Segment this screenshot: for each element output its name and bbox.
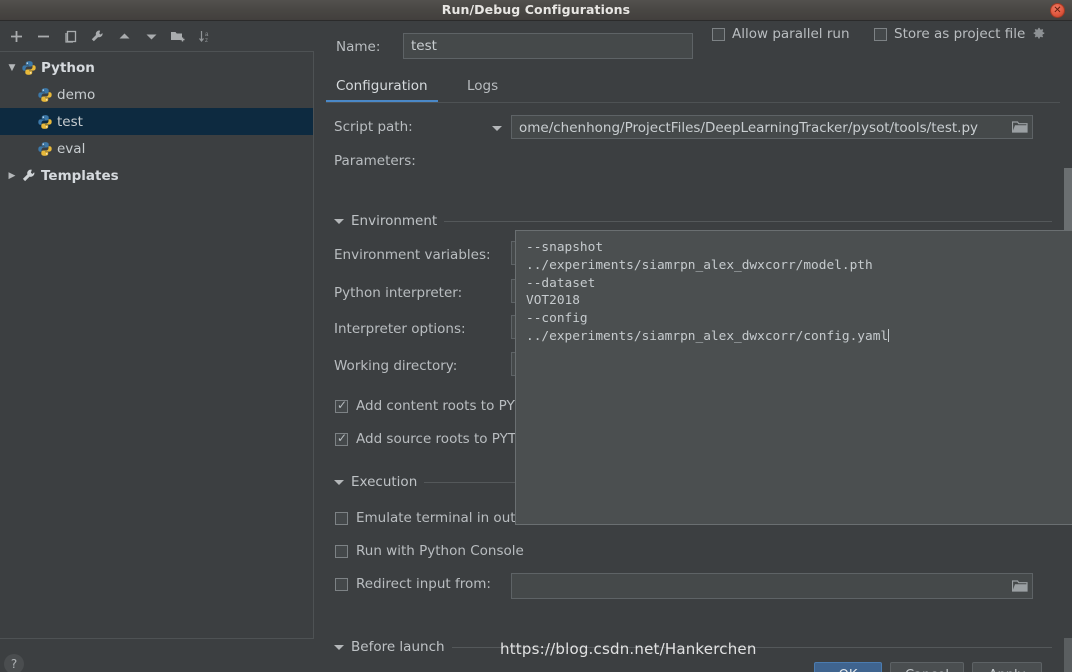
checkbox-box[interactable] xyxy=(712,27,725,41)
configurations-sidebar: a z ▼ Python demo test eval ▶ Templates … xyxy=(0,21,314,672)
tab-configuration[interactable]: Configuration xyxy=(326,73,438,102)
watermark-text: https://blog.csdn.net/Hankerchen xyxy=(500,640,757,658)
interpreter-options-row: Interpreter options: xyxy=(334,317,466,341)
script-path-input[interactable]: ome/chenhong/ProjectFiles/DeepLearningTr… xyxy=(511,115,1033,139)
python-interpreter-row: Python interpreter: xyxy=(334,281,462,305)
sidebar-footer: ? xyxy=(0,640,314,672)
allow-parallel-run-checkbox[interactable]: Allow parallel run xyxy=(712,26,850,42)
environment-section-label: Environment xyxy=(351,213,438,229)
python-interpreter-label: Python interpreter: xyxy=(334,285,463,301)
new-folder-icon[interactable] xyxy=(166,24,190,48)
script-path-row: Script path: xyxy=(334,115,413,139)
name-input[interactable] xyxy=(403,33,693,59)
redirect-input-path-input[interactable] xyxy=(511,573,1033,599)
tree-item-eval[interactable]: eval xyxy=(0,135,313,162)
apply-button[interactable]: Apply xyxy=(972,662,1042,672)
wrench-icon xyxy=(22,169,35,181)
checkbox-box[interactable] xyxy=(335,511,348,525)
svg-text:z: z xyxy=(205,38,208,44)
redirect-input-label: Redirect input from: xyxy=(356,576,491,592)
add-icon[interactable] xyxy=(4,24,28,48)
working-directory-row: Working directory: xyxy=(334,354,457,378)
parameters-label: Parameters: xyxy=(334,153,416,169)
parameters-editor[interactable]: --snapshot ../experiments/siamrpn_alex_d… xyxy=(515,230,1072,525)
cancel-button[interactable]: Cancel xyxy=(890,662,964,672)
run-with-python-console-label: Run with Python Console xyxy=(356,543,524,559)
parameters-value: --snapshot ../experiments/siamrpn_alex_d… xyxy=(526,240,889,344)
configuration-form: Script path: ome/chenhong/ProjectFiles/D… xyxy=(326,105,1072,672)
checkbox-box[interactable] xyxy=(335,431,348,446)
checkbox-box[interactable] xyxy=(335,544,348,558)
environment-section-header[interactable]: Environment xyxy=(334,213,1052,229)
tree-item-label: eval xyxy=(57,140,86,157)
checkbox-box[interactable] xyxy=(335,577,348,591)
environment-variables-row: Environment variables: xyxy=(334,243,491,267)
move-down-icon[interactable] xyxy=(139,24,163,48)
chevron-down-icon[interactable] xyxy=(492,126,502,131)
edit-templates-icon[interactable] xyxy=(85,24,109,48)
chevron-down-icon[interactable] xyxy=(334,218,344,224)
folder-icon[interactable] xyxy=(1012,120,1028,134)
move-up-icon[interactable] xyxy=(112,24,136,48)
ok-button[interactable]: OK xyxy=(814,662,882,672)
redirect-input-checkbox[interactable]: Redirect input from: xyxy=(335,576,491,592)
chevron-down-icon[interactable] xyxy=(334,479,344,485)
editor-tabs: Configuration Logs xyxy=(326,73,1060,103)
run-debug-configurations-dialog: Run/Debug Configurations ✕ a z ▼ Python … xyxy=(0,0,1072,672)
text-caret xyxy=(888,328,890,342)
run-with-python-console-checkbox[interactable]: Run with Python Console xyxy=(335,543,524,559)
chevron-right-icon[interactable]: ▶ xyxy=(4,171,20,181)
python-icon xyxy=(38,114,52,129)
configurations-tree[interactable]: ▼ Python demo test eval ▶ Templates xyxy=(0,51,314,639)
close-icon[interactable]: ✕ xyxy=(1050,3,1065,18)
tab-logs[interactable]: Logs xyxy=(457,73,508,102)
name-label: Name: xyxy=(336,39,381,55)
tree-item-python[interactable]: ▼ Python xyxy=(0,54,313,81)
interpreter-options-label: Interpreter options: xyxy=(334,321,466,337)
working-directory-label: Working directory: xyxy=(334,358,458,374)
window-title: Run/Debug Configurations xyxy=(441,2,631,17)
environment-variables-label: Environment variables: xyxy=(334,247,491,263)
copy-icon[interactable] xyxy=(58,24,82,48)
tree-item-demo[interactable]: demo xyxy=(0,81,313,108)
allow-parallel-run-label: Allow parallel run xyxy=(732,26,850,42)
store-as-project-file-label: Store as project file xyxy=(894,26,1026,42)
tree-item-templates[interactable]: ▶ Templates xyxy=(0,162,313,189)
sidebar-toolbar: a z xyxy=(0,21,314,51)
checkbox-box[interactable] xyxy=(874,27,887,41)
python-icon xyxy=(22,60,36,75)
tree-item-label: Python xyxy=(41,59,95,76)
tree-item-label: Templates xyxy=(41,167,119,184)
remove-icon[interactable] xyxy=(31,24,55,48)
tree-item-label: demo xyxy=(57,86,96,103)
section-divider xyxy=(444,220,1052,222)
chevron-down-icon[interactable]: ▼ xyxy=(4,63,20,73)
window-titlebar: Run/Debug Configurations ✕ xyxy=(0,0,1072,21)
execution-section-label: Execution xyxy=(351,474,418,490)
script-path-label: Script path: xyxy=(334,119,413,135)
store-as-project-file-checkbox[interactable]: Store as project file xyxy=(874,26,1046,42)
folder-icon[interactable] xyxy=(1012,579,1028,593)
tree-item-test[interactable]: test xyxy=(0,108,313,135)
script-path-value: ome/chenhong/ProjectFiles/DeepLearningTr… xyxy=(519,120,978,136)
checkbox-box[interactable] xyxy=(335,398,348,413)
tree-item-label: test xyxy=(57,113,83,130)
gear-icon[interactable] xyxy=(1032,27,1046,41)
configuration-editor: Name: Allow parallel run Store as projec… xyxy=(314,21,1072,672)
python-icon xyxy=(38,141,52,156)
parameters-row: Parameters: xyxy=(334,149,416,173)
python-icon xyxy=(38,87,52,102)
sort-alphabetically-icon[interactable]: a z xyxy=(193,24,217,48)
help-button[interactable]: ? xyxy=(4,654,24,672)
